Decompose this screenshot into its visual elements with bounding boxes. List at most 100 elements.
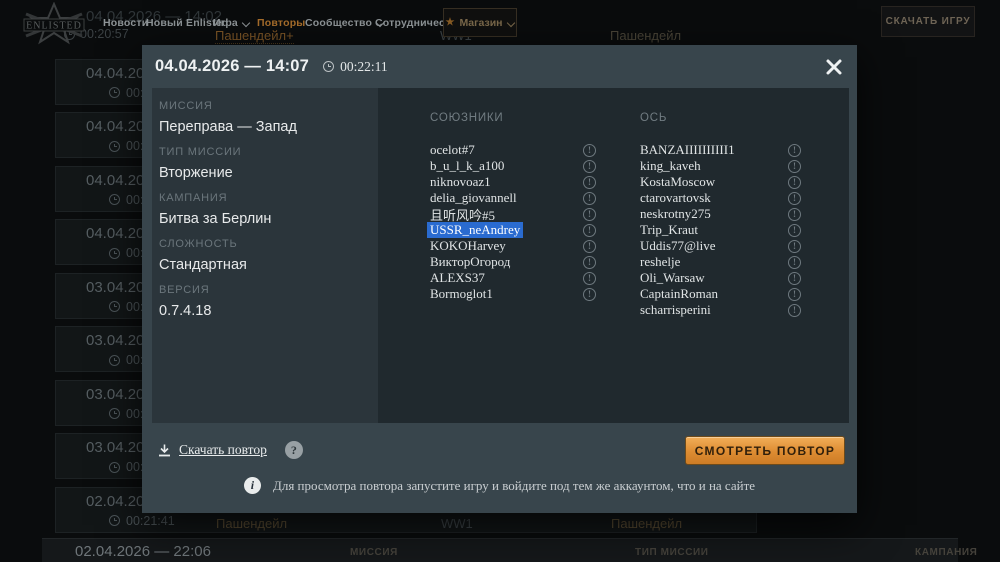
detail-value: Вторжение <box>159 165 233 181</box>
download-replay-link[interactable]: Скачать повтор <box>179 442 267 458</box>
info-icon: i <box>243 477 261 494</box>
player-row: ctarovartovsk! <box>640 190 801 206</box>
player-name: BANZAIIIIIIIIII1 <box>640 142 735 157</box>
player-row: KostaMoscow! <box>640 174 801 190</box>
close-icon[interactable] <box>822 55 846 79</box>
nav-item[interactable]: Сообщество <box>305 0 384 45</box>
team-column: СОЮЗНИКИ ocelot#7! b_u_l_k_a100! niknovoaz1… <box>427 112 596 302</box>
detail-value: Стандартная <box>159 257 247 273</box>
player-name: KOKOHarvey <box>430 238 506 253</box>
replay-row-duration-text: 00:21:41 <box>126 513 175 528</box>
modal-title: 04.04.2026 — 14:07 <box>155 57 310 75</box>
nav-item[interactable]: Повторы <box>257 0 305 45</box>
player-row: BANZAIIIIIIIIII1! <box>640 142 801 158</box>
player-row: 且听风吟#5! <box>430 206 596 223</box>
replay-row-duration: 00:21:41 <box>109 514 175 528</box>
clock-icon <box>109 87 120 98</box>
player-row: Oli_Warsaw! <box>640 270 801 286</box>
player-warning-icon[interactable]: ! <box>788 287 801 301</box>
nav-item-label: Новости <box>103 16 149 29</box>
player-warning-icon[interactable]: ! <box>583 159 596 173</box>
player-row: king_kaveh! <box>640 158 801 174</box>
download-icon <box>159 444 170 456</box>
player-warning-icon[interactable]: ! <box>583 143 596 157</box>
svg-text:ENLISTED: ENLISTED <box>26 21 82 32</box>
replay-row-mission: Пашендейл <box>216 515 288 531</box>
replay-row-collapsed[interactable]: 02.04.2026 — 22:06 МИССИЯ ТИП МИССИИ КАМПА… <box>42 538 977 562</box>
player-warning-icon[interactable]: ! <box>788 239 801 253</box>
detail-value: Битва за Берлин <box>159 211 272 227</box>
player-warning-icon[interactable]: ! <box>583 223 596 237</box>
replay-row-campaign: WW1 <box>441 515 473 531</box>
download-game-button[interactable]: СКАЧАТЬ ИГРУ <box>881 6 975 37</box>
player-row: Uddis77@live! <box>640 238 801 254</box>
nav-item[interactable]: Игра <box>213 0 250 45</box>
nav-item-label: Сообщество <box>305 16 373 29</box>
enlisted-logo[interactable]: ENLISTED <box>14 2 94 46</box>
player-name: Uddis77@live <box>640 238 716 253</box>
column-label: ТИП МИССИИ <box>635 547 709 558</box>
player-name: scharrisperini <box>640 302 711 317</box>
player-name: neskrotny275 <box>640 206 711 221</box>
clock-icon <box>109 247 120 259</box>
detail-value: 0.7.4.18 <box>159 303 212 319</box>
player-name: Oli_Warsaw <box>640 270 705 285</box>
replay-details-modal: 04.04.2026 — 14:07 00:22:11 МИССИЯ Перепр… <box>142 45 857 513</box>
player-name: ctarovartovsk <box>640 190 711 205</box>
player-row: ВикторОгород! <box>430 254 596 270</box>
player-row: reshelje! <box>640 254 801 270</box>
player-warning-icon[interactable]: ! <box>788 207 801 221</box>
nav-item-shop[interactable]: ★ Магазин <box>443 8 517 37</box>
player-warning-icon[interactable]: ! <box>788 143 801 157</box>
player-name: reshelje <box>640 254 681 269</box>
player-warning-icon[interactable]: ! <box>788 303 801 317</box>
modal-info-note: i Для просмотра повтора запустите игру и… <box>142 477 857 494</box>
detail-label: ВЕРСИЯ <box>159 284 210 296</box>
player-warning-icon[interactable]: ! <box>583 175 596 189</box>
player-warning-icon[interactable]: ! <box>583 255 596 269</box>
replay-duration: 00:22:11 <box>323 59 388 75</box>
player-warning-icon[interactable]: ! <box>788 175 801 189</box>
nav-item[interactable]: Новости <box>103 0 148 45</box>
player-warning-icon[interactable]: ! <box>583 239 596 253</box>
watch-replay-button[interactable]: СМОТРЕТЬ ПОВТОР <box>685 436 845 465</box>
replay-row-date: 02.04.2026 — 22:06 <box>75 543 211 560</box>
detail-label: КАМПАНИЯ <box>159 192 228 204</box>
player-name: KostaMoscow <box>640 174 716 189</box>
info-text: Для просмотра повтора запустите игру и в… <box>272 477 756 493</box>
player-name: ВикторОгород <box>430 254 511 269</box>
player-row: scharrisperini! <box>640 302 801 318</box>
player-warning-icon[interactable]: ! <box>788 271 801 285</box>
player-name: USSR_neAndrey <box>427 222 524 238</box>
player-row: ocelot#7! <box>430 142 596 158</box>
player-name: niknovoaz1 <box>430 174 491 189</box>
player-name: ALEXS37 <box>430 270 485 285</box>
help-icon[interactable]: ? <box>284 441 303 459</box>
player-warning-icon[interactable]: ! <box>788 159 801 173</box>
player-warning-icon[interactable]: ! <box>788 191 801 205</box>
column-label: КАМПАНИЯ <box>915 547 978 558</box>
clock-icon <box>109 301 120 312</box>
player-warning-icon[interactable]: ! <box>788 255 801 269</box>
player-warning-icon[interactable]: ! <box>583 191 596 205</box>
clock-icon <box>109 140 120 152</box>
player-row: neskrotny275! <box>640 206 801 222</box>
player-name: king_kaveh <box>640 158 701 173</box>
clock-icon <box>109 515 120 526</box>
player-row: CaptainRoman! <box>640 286 801 302</box>
player-name: 且听风吟#5 <box>430 207 496 223</box>
player-name: ocelot#7 <box>430 142 475 157</box>
clock-icon <box>109 354 120 366</box>
detail-group: СЛОЖНОСТЬ Стандартная <box>159 239 378 273</box>
clock-icon <box>109 194 120 205</box>
team-title: ОСЬ <box>640 112 668 124</box>
player-warning-icon[interactable]: ! <box>788 223 801 237</box>
player-warning-icon[interactable]: ! <box>583 271 596 285</box>
team-title: СОЮЗНИКИ <box>430 112 504 124</box>
team-column: ОСЬ BANZAIIIIIIIIII1! king_kaveh! KostaMosc… <box>640 112 801 318</box>
player-warning-icon[interactable]: ! <box>583 207 596 221</box>
player-warning-icon[interactable]: ! <box>583 287 596 301</box>
mission-details-panel: МИССИЯ Переправа — Запад ТИП МИССИИ Вторжен… <box>152 88 378 423</box>
top-navigation: ENLISTED Новости Новый Enlisted Игра Повтор… <box>0 0 1000 45</box>
detail-group: КАМПАНИЯ Битва за Берлин <box>159 193 378 227</box>
